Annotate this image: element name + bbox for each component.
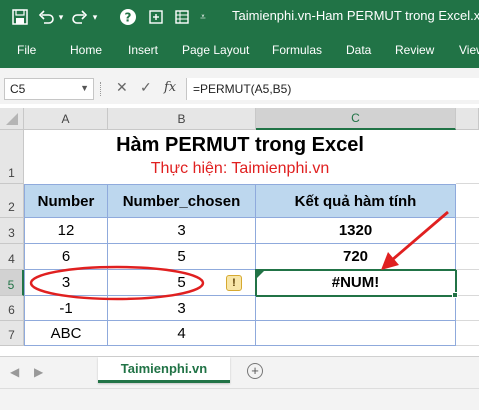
cell-b6[interactable]: 3 [108, 296, 256, 321]
tab-page-layout[interactable]: Page Layout [182, 43, 249, 57]
enter-icon[interactable]: ✓ [140, 79, 152, 96]
cell-d7[interactable] [456, 321, 479, 346]
cell-b4[interactable]: 5 [108, 244, 256, 270]
cell-d4[interactable] [456, 244, 479, 270]
cell-b7[interactable]: 4 [108, 321, 256, 346]
worksheet-grid: A B C 1 2 3 4 5 6 7 Hàm PERMUT trong Exc… [0, 108, 479, 346]
ribbon: File Home Insert Page Layout Formulas Da… [0, 34, 479, 68]
tab-view[interactable]: View [459, 43, 479, 57]
save-icon[interactable] [10, 7, 30, 27]
sheet-title: Hàm PERMUT trong Excel [116, 134, 364, 156]
column-header-c[interactable]: C [256, 108, 456, 130]
cell-c6[interactable] [256, 296, 456, 321]
svg-text:?: ? [125, 11, 132, 25]
cell-d1[interactable] [456, 130, 479, 184]
row-header-4[interactable]: 4 [0, 244, 24, 270]
sheet-tab-taimienphi[interactable]: Taimienphi.vn [98, 357, 230, 383]
header-result[interactable]: Kết quả hàm tính [256, 184, 456, 218]
cell-c4[interactable]: 720 [256, 244, 456, 270]
tab-data[interactable]: Data [346, 43, 371, 57]
cell-d5[interactable] [456, 270, 479, 296]
tab-file[interactable]: File [17, 43, 36, 57]
cell-c3[interactable]: 1320 [256, 218, 456, 244]
undo-dropdown-icon[interactable]: ▾ [56, 7, 66, 27]
tab-home[interactable]: Home [70, 43, 102, 57]
title-cell[interactable]: Hàm PERMUT trong Excel Thực hiện: Taimie… [25, 130, 455, 184]
undo-icon[interactable] [36, 7, 56, 27]
cell-a3[interactable]: 12 [24, 218, 108, 244]
cell-a6[interactable]: -1 [24, 296, 108, 321]
insert-function-icon[interactable]: fx [164, 80, 176, 95]
cell-d3[interactable] [456, 218, 479, 244]
add-sheet-icon[interactable]: + [247, 363, 263, 379]
formula-bar: C5 ▼ ✕ ✓ fx =PERMUT(A5,B5) [0, 76, 479, 104]
title-bar: ▾ ▾ ? ⩡ Taimienphi.vn-Ham PERMUT trong E… [0, 0, 479, 34]
row-header-3[interactable]: 3 [0, 218, 24, 244]
cancel-icon[interactable]: ✕ [116, 79, 128, 96]
select-all-corner[interactable] [0, 108, 24, 130]
cell-a5[interactable]: 3 [24, 270, 108, 296]
cell-a4[interactable]: 6 [24, 244, 108, 270]
redo-icon[interactable] [70, 7, 90, 27]
cell-a7[interactable]: ABC [24, 321, 108, 346]
window-title: Taimienphi.vn-Ham PERMUT trong Excel.xls [232, 8, 479, 23]
column-header-b[interactable]: B [108, 108, 256, 130]
name-box-value: C5 [10, 82, 26, 96]
cell-c5-selected[interactable]: #NUM! [255, 269, 457, 297]
column-header-a[interactable]: A [24, 108, 108, 130]
tab-insert[interactable]: Insert [128, 43, 158, 57]
row-header-2[interactable]: 2 [0, 184, 24, 218]
new-sheet-icon[interactable] [146, 7, 166, 27]
prev-sheet-icon[interactable]: ◀ [10, 365, 19, 379]
header-number-chosen[interactable]: Number_chosen [108, 184, 256, 218]
error-triangle-icon [257, 271, 264, 278]
header-number[interactable]: Number [24, 184, 108, 218]
customize-icon[interactable]: ⩡ [196, 7, 210, 27]
name-box[interactable]: C5 ▼ [4, 78, 94, 100]
sheet-tab-bar: ◀ ▶ Taimienphi.vn + [0, 356, 479, 388]
tab-review[interactable]: Review [395, 43, 434, 57]
row-header-5[interactable]: 5 [0, 270, 24, 296]
ribbon-collapsed-area [0, 68, 479, 76]
cell-c7[interactable] [256, 321, 456, 346]
cell-b3[interactable]: 3 [108, 218, 256, 244]
row-header-6[interactable]: 6 [0, 296, 24, 321]
formula-input[interactable]: =PERMUT(A5,B5) [186, 78, 479, 100]
row-header-1[interactable]: 1 [0, 130, 24, 184]
formula-bar-divider [100, 82, 102, 96]
row-header-7[interactable]: 7 [0, 321, 24, 346]
redo-dropdown-icon[interactable]: ▾ [90, 7, 100, 27]
table-icon[interactable] [172, 7, 192, 27]
help-icon[interactable]: ? [118, 7, 138, 27]
tab-formulas[interactable]: Formulas [272, 43, 322, 57]
name-box-dropdown-icon[interactable]: ▼ [80, 83, 89, 93]
next-sheet-icon[interactable]: ▶ [34, 365, 43, 379]
error-warning-icon[interactable]: ! [226, 275, 242, 291]
column-header-d[interactable] [456, 108, 479, 130]
cell-d2[interactable] [456, 184, 479, 218]
fill-handle[interactable] [452, 292, 458, 298]
status-bar [0, 388, 479, 410]
cell-d6[interactable] [456, 296, 479, 321]
sheet-subtitle: Thực hiện: Taimienphi.vn [150, 160, 330, 177]
